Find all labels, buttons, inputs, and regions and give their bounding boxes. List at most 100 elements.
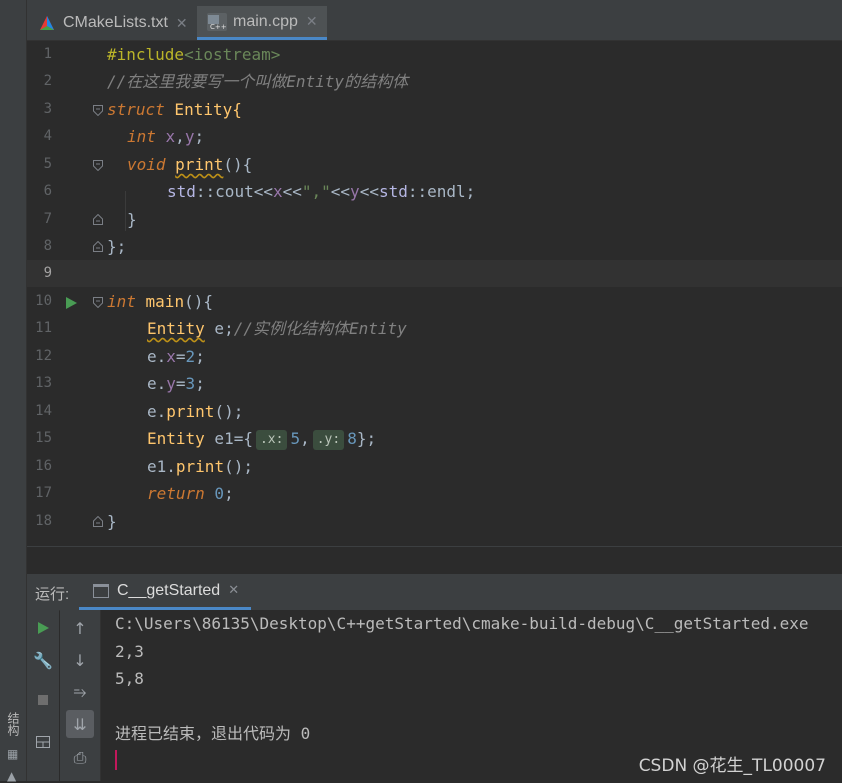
line-number: 13 <box>35 375 52 391</box>
code-text: #include<iostream> <box>107 41 280 68</box>
structure-icon[interactable]: ▦ <box>7 748 19 760</box>
fold-open-icon[interactable] <box>93 160 103 171</box>
variable: e. <box>147 374 167 393</box>
code-line[interactable]: 17 return 0; <box>27 480 842 507</box>
code-line[interactable]: 4 int x,y; <box>27 123 842 150</box>
tab-cmakelists[interactable]: CMakeLists.txt ✕ <box>27 6 197 40</box>
soft-wrap-icon[interactable]: ⥱ <box>66 678 94 706</box>
code-line[interactable]: 10 int main(){ <box>27 288 842 315</box>
number: 3 <box>185 374 196 393</box>
code-text: int main(){ <box>107 288 213 315</box>
code-text: std::cout<<x<<","<<y<<std::endl; <box>167 178 475 205</box>
code-line[interactable]: 3 struct Entity{ <box>27 96 842 123</box>
code-line-current[interactable]: 9 <box>27 260 842 287</box>
fold-open-icon[interactable] <box>93 105 103 116</box>
punct: (){ <box>223 155 253 174</box>
code-line[interactable]: 11 Entity e;//实例化结构体Entity <box>27 315 842 342</box>
code-text: void print(){ <box>127 151 252 178</box>
field: x <box>166 347 176 366</box>
code-text: e.y=3; <box>147 370 205 397</box>
code-line[interactable]: 12 e.x=2; <box>27 343 842 370</box>
line-number: 1 <box>43 46 52 62</box>
code-editor[interactable]: 1 #include<iostream> 2 //在这里我要写一个叫做Entit… <box>27 41 842 546</box>
console-line: 进程已结束，退出代码为 0 <box>115 724 311 743</box>
code-line[interactable]: 14 e.print(); <box>27 398 842 425</box>
punct: ; <box>195 347 205 366</box>
code-line[interactable]: 7 } <box>27 206 842 233</box>
code-line[interactable]: 18 } <box>27 508 842 535</box>
operator: = <box>175 374 186 393</box>
rerun-icon[interactable] <box>29 614 57 642</box>
scroll-to-end-icon[interactable]: ⇊ <box>66 710 94 738</box>
bookmark-icon[interactable]: ▲ <box>7 770 19 782</box>
fold-close-icon[interactable] <box>93 214 103 225</box>
panel-splitter[interactable] <box>27 546 842 575</box>
code-segment: ::cout<< <box>195 182 273 201</box>
print-icon[interactable]: ⎙ <box>66 744 94 772</box>
code-line[interactable]: 15 Entity e1={.x: 5, .y: 8}; <box>27 425 842 452</box>
line-number: 18 <box>35 513 52 529</box>
code-text: } <box>127 210 137 229</box>
code-text: return 0; <box>147 480 234 507</box>
code-line[interactable]: 6 std::cout<<x<<","<<y<<std::endl; <box>27 178 842 205</box>
header-name: <iostream> <box>184 45 281 64</box>
code-text: e1.print(); <box>147 453 253 480</box>
number: 8 <box>347 429 357 448</box>
variable: e1={ <box>204 429 253 448</box>
arrow-down-icon[interactable]: ↓ <box>66 646 94 674</box>
struct-name: Entity{ <box>164 100 242 119</box>
tab-main-cpp[interactable]: C++ main.cpp ✕ <box>197 6 327 40</box>
line-number: 8 <box>43 238 52 254</box>
keyword: void <box>127 155 166 174</box>
left-tool-strip: 结构 ▦ ▲ <box>0 0 27 782</box>
code-text: e.x=2; <box>147 343 205 370</box>
fold-close-icon[interactable] <box>93 516 103 527</box>
code-text: e.print(); <box>147 398 243 425</box>
comment: //实例化结构体Entity <box>233 319 407 338</box>
fold-open-icon[interactable] <box>93 297 103 308</box>
line-number: 14 <box>35 403 52 419</box>
code-line[interactable]: 2 //在这里我要写一个叫做Entity的结构体 <box>27 68 842 95</box>
code-segment: ::endl; <box>407 182 476 201</box>
line-number: 2 <box>43 73 52 89</box>
operator: = <box>175 347 186 366</box>
line-number: 3 <box>43 101 52 117</box>
punct: ; <box>224 484 234 503</box>
structure-panel-label[interactable]: 结构 <box>4 712 22 736</box>
code-line[interactable]: 1 #include<iostream> <box>27 41 842 68</box>
punct: ; <box>195 374 205 393</box>
layout-icon[interactable] <box>29 728 57 756</box>
number: 5 <box>290 429 301 448</box>
code-line[interactable]: 13 e.y=3; <box>27 370 842 397</box>
run-gutter-icon[interactable] <box>64 295 78 309</box>
function-name: main <box>135 292 185 311</box>
keyword: return <box>147 484 205 503</box>
svg-text:C++: C++ <box>210 23 227 31</box>
line-number: 10 <box>35 293 52 309</box>
tab-label: main.cpp <box>233 12 298 30</box>
close-icon[interactable]: ✕ <box>228 583 239 598</box>
variable: e. <box>147 402 167 421</box>
method-name: print <box>175 155 224 174</box>
close-icon[interactable]: ✕ <box>176 15 188 32</box>
field: y <box>166 374 176 393</box>
code-line[interactable]: 5 void print(){ <box>27 151 842 178</box>
punct: (); <box>214 402 244 421</box>
close-icon[interactable]: ✕ <box>306 13 318 30</box>
method-name: print <box>175 457 225 476</box>
fold-close-icon[interactable] <box>93 241 103 252</box>
code-line[interactable]: 16 e1.print(); <box>27 453 842 480</box>
line-number: 7 <box>43 211 52 227</box>
punct: (); <box>224 457 253 476</box>
operator: << <box>282 182 302 201</box>
stop-icon[interactable] <box>29 686 57 714</box>
console-line: 2,3 <box>115 642 144 661</box>
code-line[interactable]: 8 }; <box>27 233 842 260</box>
editor-tab-bar: CMakeLists.txt ✕ C++ main.cpp ✕ <box>27 0 842 41</box>
arrow-up-icon[interactable]: ↑ <box>66 614 94 642</box>
wrench-icon[interactable]: 🔧 <box>29 646 57 674</box>
inlay-hint: .y: <box>312 430 345 450</box>
tab-label: CMakeLists.txt <box>63 14 168 31</box>
input-caret[interactable] <box>115 750 117 770</box>
run-config-tab[interactable]: C__getStarted ✕ <box>79 574 251 610</box>
